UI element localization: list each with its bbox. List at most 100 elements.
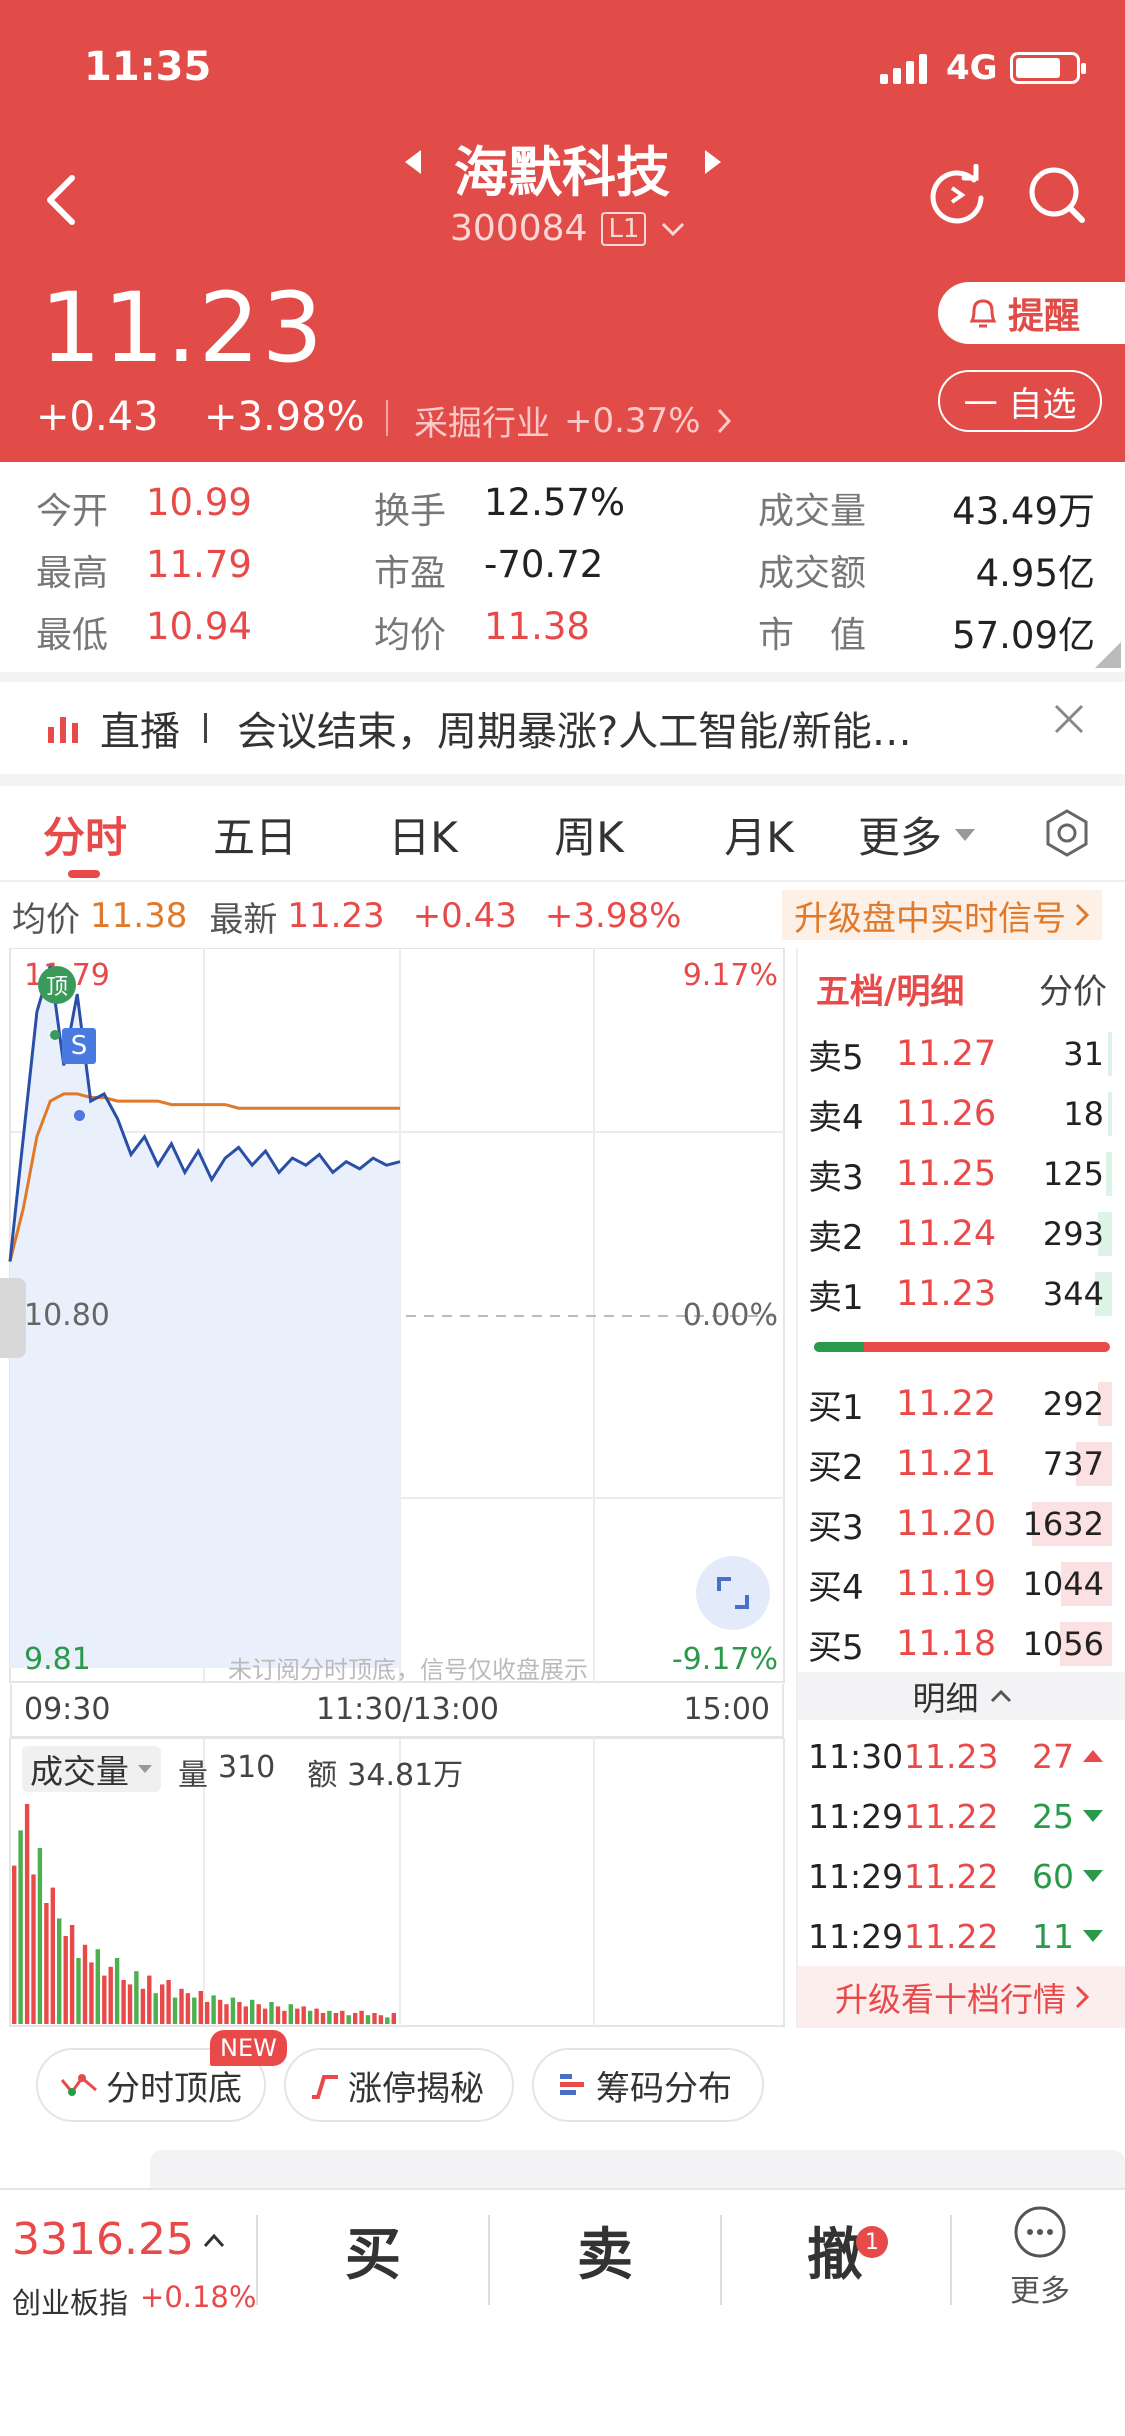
tab-week-k[interactable]: 周K bbox=[524, 804, 654, 865]
volume-bar bbox=[307, 2010, 313, 2024]
refresh-icon[interactable] bbox=[922, 160, 992, 230]
tab-month-k[interactable]: 月K bbox=[694, 804, 824, 865]
chevron-right-icon bbox=[1075, 903, 1090, 927]
upgrade-signal-button[interactable]: 升级盘中实时信号 bbox=[782, 890, 1102, 940]
level-label: 买1 bbox=[808, 1387, 864, 1428]
upgrade-level10-button[interactable]: 升级看十档行情 bbox=[798, 1966, 1125, 2028]
bid-ask-ratio-fill bbox=[814, 1342, 864, 1352]
volume-bar bbox=[275, 2006, 281, 2024]
live-banner[interactable]: 直播 会议结束，周期暴涨?人工智能/新能… bbox=[0, 682, 1125, 774]
tab-five-day[interactable]: 五日 bbox=[190, 804, 320, 865]
volume-indicator-select[interactable]: 成交量 bbox=[22, 1746, 161, 1792]
signal-dot bbox=[74, 1110, 85, 1121]
chip-chip-distribution[interactable]: 筹码分布 bbox=[532, 2048, 764, 2122]
tab-day-k[interactable]: 日K bbox=[358, 804, 488, 865]
trade-time: 11:30 bbox=[808, 1736, 904, 1776]
volume-bar bbox=[353, 2013, 358, 2024]
price-change: +0.43 bbox=[36, 394, 159, 440]
bid-ask-ratio-bar bbox=[814, 1342, 1110, 1352]
buy-levels: 买1 11.22 292 买2 11.21 737 买3 11.20 1632 买4 11.19 10… bbox=[798, 1374, 1125, 1674]
stat-label: 今开 bbox=[36, 491, 109, 532]
prev-stock-icon[interactable] bbox=[392, 140, 432, 184]
volume-bar bbox=[114, 1958, 120, 2024]
search-icon[interactable] bbox=[1022, 160, 1092, 230]
volume-chart-area[interactable]: 成交量 量 310 额 34.81万 bbox=[0, 1737, 796, 2028]
close-icon[interactable] bbox=[1052, 702, 1086, 736]
orderbook-row[interactable]: 买4 11.19 1044 bbox=[798, 1554, 1118, 1614]
orderbook-row[interactable]: 卖1 11.23 344 bbox=[798, 1264, 1118, 1324]
current-price: 11.23 bbox=[40, 272, 325, 384]
arrow-down-icon bbox=[1083, 1930, 1103, 1942]
level-volume: 1056 bbox=[1022, 1625, 1104, 1663]
fullscreen-icon[interactable] bbox=[696, 1556, 770, 1630]
volume-bar bbox=[76, 1958, 81, 2024]
chip-limit-up[interactable]: 涨停揭秘 bbox=[284, 2048, 514, 2122]
volume-bar bbox=[153, 1993, 158, 2024]
orderbook-row[interactable]: 卖4 11.26 18 bbox=[798, 1084, 1118, 1144]
sell-signal-marker[interactable]: S bbox=[62, 1028, 96, 1064]
chevron-down-icon bbox=[662, 222, 685, 236]
volume-bar bbox=[288, 2004, 293, 2024]
orderbook-row[interactable]: 买2 11.21 737 bbox=[798, 1434, 1118, 1494]
cancel-label: 撤 bbox=[807, 2222, 863, 2288]
more-button[interactable]: 更多 bbox=[985, 2204, 1095, 2310]
chevron-up-icon bbox=[203, 2233, 225, 2247]
level-volume: 18 bbox=[1063, 1095, 1104, 1133]
avg-label: 均价 bbox=[12, 899, 80, 940]
watchlist-button[interactable]: 一 自选 bbox=[938, 370, 1102, 432]
volume-bar bbox=[237, 2002, 242, 2024]
remind-button[interactable]: 提醒 bbox=[938, 282, 1125, 344]
trend-icon bbox=[60, 2074, 97, 2096]
orderbook-alt-tab[interactable]: 分价 bbox=[1039, 964, 1107, 1013]
more-label: 更多 bbox=[1010, 2274, 1070, 2309]
stock-code-row[interactable]: 300084 L1 bbox=[450, 208, 686, 249]
time-end: 15:00 bbox=[683, 1692, 770, 1727]
chip-label: 涨停揭秘 bbox=[348, 2068, 484, 2109]
cancel-order-button[interactable]: 撤 bbox=[722, 2195, 948, 2305]
trade-row: 11:29 11.22 60 bbox=[798, 1846, 1118, 1906]
stat-label: 均价 bbox=[374, 615, 447, 656]
tab-more[interactable]: 更多 bbox=[858, 804, 976, 865]
tab-minute[interactable]: 分时 bbox=[20, 804, 150, 865]
volume-bar bbox=[372, 2013, 377, 2024]
chevron-right-icon bbox=[717, 408, 731, 433]
orderbook-title[interactable]: 五档/明细 bbox=[816, 964, 964, 1013]
trade-details: 11:30 11.23 27 11:29 11.22 25 11:29 11.22 60 11:2… bbox=[798, 1726, 1125, 1966]
pct-high-label: 9.17% bbox=[682, 958, 778, 993]
volume-bar bbox=[295, 2008, 300, 2024]
divider bbox=[386, 400, 388, 436]
settings-icon[interactable] bbox=[1044, 808, 1090, 858]
upgrade-level10-label: 升级看十档行情 bbox=[835, 1980, 1066, 2019]
orderbook-row[interactable]: 买1 11.22 292 bbox=[798, 1374, 1118, 1434]
orderbook-row[interactable]: 买5 11.18 1056 bbox=[798, 1614, 1118, 1674]
orderbook-row[interactable]: 卖2 11.24 293 bbox=[798, 1204, 1118, 1264]
sell-button[interactable]: 卖 bbox=[490, 2195, 720, 2305]
index-change: +0.18% bbox=[140, 2280, 257, 2314]
live-tag: 直播 bbox=[100, 709, 180, 755]
volume-bar bbox=[250, 1999, 255, 2024]
level-price: 11.27 bbox=[896, 1034, 997, 1074]
buy-button[interactable]: 买 bbox=[258, 2195, 488, 2305]
next-stock-icon[interactable] bbox=[694, 140, 734, 184]
detail-header[interactable]: 明细 bbox=[798, 1672, 1125, 1720]
volume-bar bbox=[378, 2015, 384, 2024]
orderbook-row[interactable]: 买3 11.20 1632 bbox=[798, 1494, 1118, 1554]
orderbook-row[interactable]: 卖5 11.27 31 bbox=[798, 1024, 1118, 1084]
stock-code: 300084 bbox=[450, 208, 588, 249]
detail-title: 明细 bbox=[912, 1679, 979, 1718]
level-label: 卖5 bbox=[808, 1037, 864, 1078]
chart-tabs: 分时 五日 日K 周K 月K 更多 bbox=[0, 786, 1125, 882]
orderbook-row[interactable]: 卖3 11.25 125 bbox=[798, 1144, 1118, 1204]
info-change-pct: +3.98% bbox=[544, 896, 682, 936]
back-icon[interactable] bbox=[30, 160, 90, 240]
trade-time: 11:29 bbox=[808, 1796, 904, 1836]
volume-bar bbox=[205, 2002, 210, 2024]
trade-price: 11.22 bbox=[904, 1916, 999, 1956]
stat-label: 换手 bbox=[374, 491, 447, 532]
price-chart-area[interactable]: 11.79 10.80 9.81 9.17% 0.00% -9.17% 顶 S … bbox=[0, 947, 796, 1684]
industry-link[interactable]: 采掘行业 +0.37% bbox=[414, 396, 733, 445]
side-handle[interactable] bbox=[0, 1278, 26, 1358]
signal-icon bbox=[880, 52, 927, 84]
index-ticker[interactable]: 3316.25 bbox=[12, 2214, 226, 2265]
top-signal-marker[interactable]: 顶 bbox=[38, 966, 76, 1004]
